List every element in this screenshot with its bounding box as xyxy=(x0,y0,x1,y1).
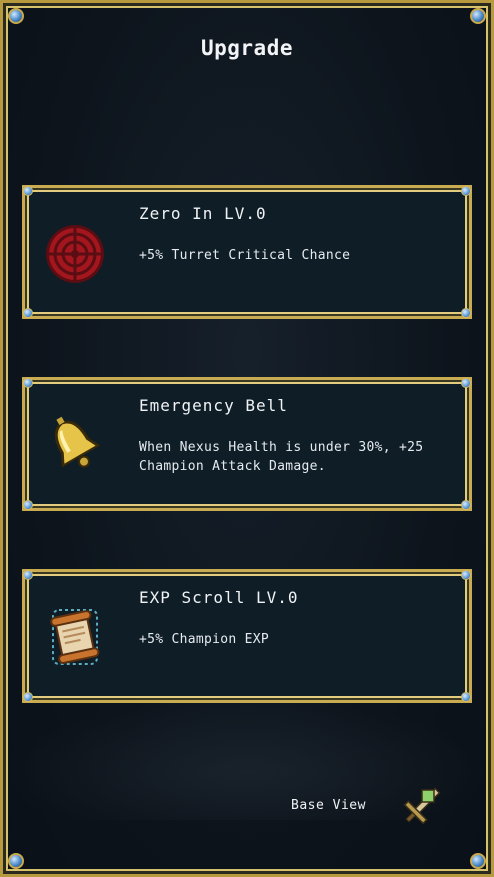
crosshair-target-icon xyxy=(43,220,107,284)
base-view-button[interactable] xyxy=(396,782,446,832)
upgrade-description: +5% Champion EXP xyxy=(139,632,270,647)
page-title: Upgrade xyxy=(200,36,293,60)
corner-ornament xyxy=(464,4,490,30)
upgrade-description: +5% Turret Critical Chance xyxy=(139,248,351,263)
upgrade-card-zero-in[interactable]: Zero In LV.0 +5% Turret Critical Chance xyxy=(22,185,472,319)
base-view-label: Base View xyxy=(291,798,366,813)
upgrade-name: Emergency Bell xyxy=(139,396,288,415)
corner-ornament xyxy=(4,847,30,873)
sword-icon xyxy=(403,787,441,825)
upgrade-card-emergency-bell[interactable]: Emergency Bell When Nexus Health is unde… xyxy=(22,377,472,511)
scroll-icon xyxy=(43,604,107,668)
upgrade-name: Zero In LV.0 xyxy=(139,204,267,223)
corner-ornament xyxy=(4,4,30,30)
upgrade-name: EXP Scroll LV.0 xyxy=(139,588,299,607)
upgrade-card-exp-scroll[interactable]: EXP Scroll LV.0 +5% Champion EXP xyxy=(22,569,472,703)
golden-bell-icon xyxy=(43,412,107,476)
upgrade-description: When Nexus Health is under 30%, +25 Cham… xyxy=(139,440,424,474)
corner-ornament xyxy=(464,847,490,873)
